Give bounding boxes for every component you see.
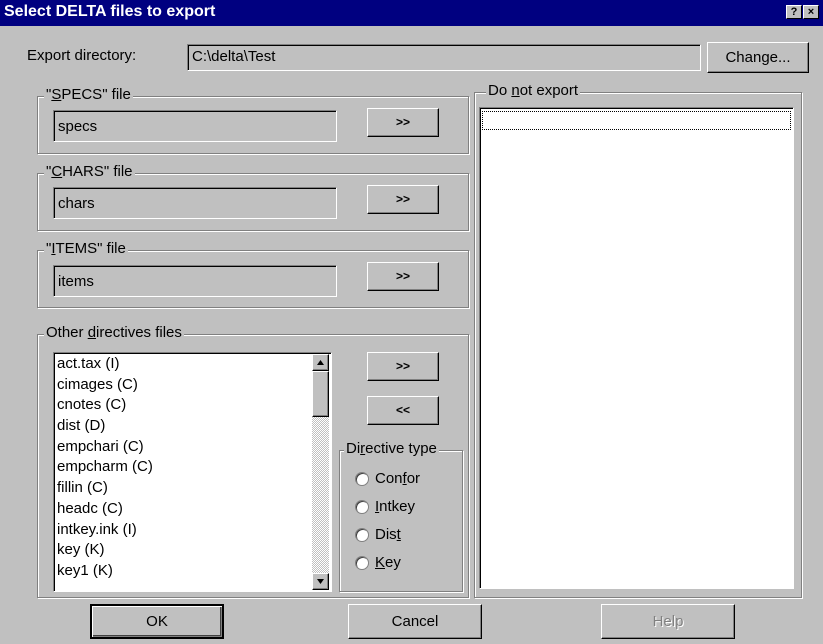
directive-type-option[interactable]: Confor bbox=[355, 470, 420, 490]
directives-label-post: irectives files bbox=[96, 324, 182, 341]
items-group-label: "ITEMS" file bbox=[44, 240, 128, 257]
items-field: items bbox=[53, 265, 337, 297]
directive-file-item[interactable]: fillin (C) bbox=[54, 478, 331, 499]
help-button: Help bbox=[601, 604, 735, 639]
do-not-export-label-accel: n bbox=[511, 82, 520, 99]
cancel-button[interactable]: Cancel bbox=[348, 604, 482, 639]
specs-label-accel: S bbox=[51, 86, 62, 103]
directive-file-item[interactable]: cimages (C) bbox=[54, 375, 331, 396]
ok-button-label: OK bbox=[146, 613, 168, 630]
items-add-button[interactable]: >> bbox=[367, 262, 439, 291]
directives-file-list[interactable]: act.tax (I) cimages (C) cnotes (C) dist (D)… bbox=[53, 352, 332, 592]
ok-button[interactable]: OK bbox=[90, 604, 224, 639]
items-add-label: >> bbox=[395, 269, 410, 283]
scroll-thumb[interactable] bbox=[312, 371, 329, 417]
arrow-down-icon bbox=[317, 579, 324, 584]
directive-file-item[interactable]: cnotes (C) bbox=[54, 395, 331, 416]
directive-file-item[interactable]: key (K) bbox=[54, 540, 331, 561]
do-not-export-list[interactable] bbox=[479, 107, 794, 589]
change-button[interactable]: Change... bbox=[707, 42, 809, 73]
specs-add-button[interactable]: >> bbox=[367, 108, 439, 137]
directives-file-items: act.tax (I) cimages (C) cnotes (C) dist (D)… bbox=[54, 354, 331, 582]
arrow-up-icon bbox=[317, 360, 324, 365]
chars-group-label: "CHARS" file bbox=[44, 163, 135, 180]
close-title-button[interactable]: × bbox=[803, 5, 819, 19]
radio-label-accel: K bbox=[375, 554, 386, 571]
do-not-export-focus-row bbox=[482, 111, 791, 130]
directive-file-item[interactable]: headc (C) bbox=[54, 499, 331, 520]
specs-label-post: PECS" file bbox=[61, 86, 131, 103]
directives-scrollbar[interactable] bbox=[312, 354, 329, 590]
radio-icon[interactable] bbox=[355, 500, 369, 515]
directive-type-label-pre: Di bbox=[346, 440, 361, 457]
items-label-post: TEMS" file bbox=[55, 240, 126, 257]
export-directory-field: C:\delta\Test bbox=[187, 44, 701, 71]
directives-remove-label: << bbox=[395, 403, 410, 417]
help-title-button[interactable]: ? bbox=[786, 5, 802, 19]
radio-label-post: or bbox=[406, 470, 421, 487]
specs-add-label: >> bbox=[395, 115, 410, 129]
scroll-down-button[interactable] bbox=[312, 573, 329, 590]
chars-add-label: >> bbox=[395, 192, 410, 206]
directive-file-item[interactable]: key1 (K) bbox=[54, 561, 331, 582]
directives-add-button[interactable]: >> bbox=[367, 352, 439, 381]
radio-icon[interactable] bbox=[355, 556, 369, 571]
directive-type-option[interactable]: Key bbox=[355, 554, 401, 574]
directive-type-option[interactable]: Dist bbox=[355, 526, 401, 546]
cancel-button-label: Cancel bbox=[391, 613, 439, 630]
chars-add-button[interactable]: >> bbox=[367, 185, 439, 214]
radio-label-pre: Con bbox=[375, 470, 403, 487]
directive-type-option[interactable]: Intkey bbox=[355, 498, 415, 518]
specs-group-label: "SPECS" file bbox=[44, 86, 133, 103]
radio-icon[interactable] bbox=[355, 528, 369, 543]
radio-label-post: ey bbox=[385, 554, 401, 571]
radio-icon[interactable] bbox=[355, 472, 369, 487]
window-title: Select DELTA files to export bbox=[4, 3, 216, 20]
directives-label-accel: d bbox=[87, 324, 97, 341]
change-button-label: Change... bbox=[725, 49, 791, 66]
do-not-export-label-post: ot export bbox=[519, 82, 579, 99]
directive-type-label: Directive type bbox=[344, 440, 439, 457]
radio-label-post: ntkey bbox=[379, 498, 416, 515]
chars-label-accel: C bbox=[51, 163, 63, 180]
radio-label-accel: t bbox=[396, 526, 401, 543]
help-button-label: Help bbox=[652, 613, 684, 630]
directives-label-pre: Other bbox=[46, 324, 88, 341]
do-not-export-label: Do not export bbox=[486, 82, 581, 99]
directive-file-item[interactable]: empcharm (C) bbox=[54, 457, 331, 478]
directive-file-item[interactable]: intkey.ink (I) bbox=[54, 520, 331, 541]
directives-group-label: Other directives files bbox=[44, 324, 184, 341]
directive-file-item[interactable]: act.tax (I) bbox=[54, 354, 331, 375]
directive-file-item[interactable]: empchari (C) bbox=[54, 437, 331, 458]
specs-field: specs bbox=[53, 110, 337, 142]
scroll-up-button[interactable] bbox=[312, 354, 329, 371]
directives-remove-button[interactable]: << bbox=[367, 396, 439, 425]
directive-type-label-post: ective type bbox=[365, 440, 437, 457]
title-bar: Select DELTA files to export ? × bbox=[0, 0, 823, 26]
chars-field: chars bbox=[53, 187, 337, 219]
do-not-export-label-pre: Do bbox=[488, 82, 512, 99]
chars-label-post: HARS" file bbox=[62, 163, 133, 180]
directives-add-label: >> bbox=[395, 359, 410, 373]
directive-file-item[interactable]: dist (D) bbox=[54, 416, 331, 437]
export-directory-label: Export directory: bbox=[27, 47, 137, 64]
radio-label-pre: Dis bbox=[375, 526, 397, 543]
